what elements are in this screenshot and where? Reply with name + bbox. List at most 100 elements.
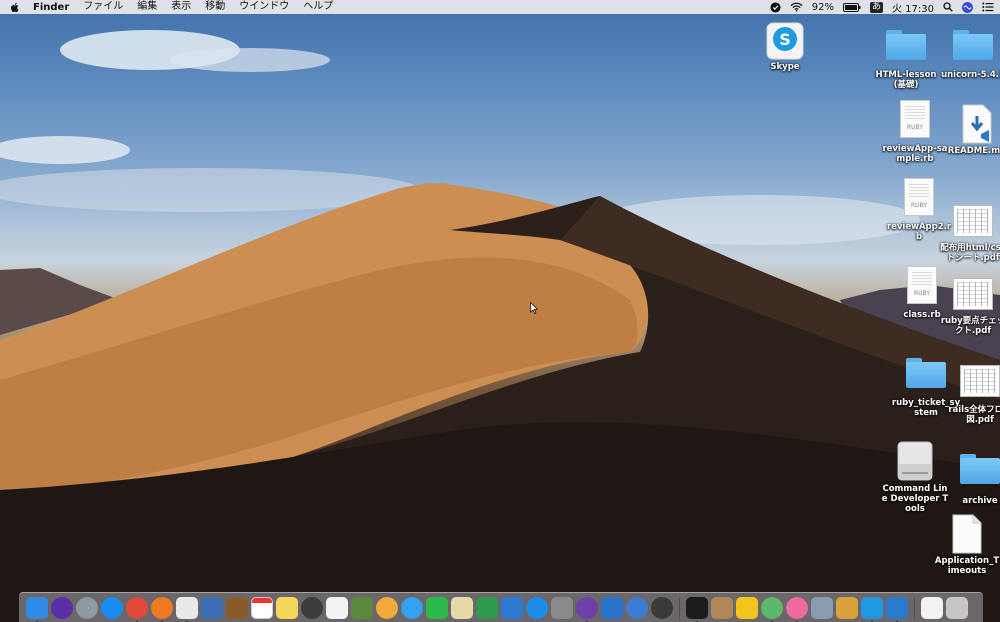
desktop-icon-label: unicorn-5.4.1 <box>941 70 1000 80</box>
vscode-icon[interactable] <box>886 596 908 622</box>
desktop-icon-rails-flow[interactable]: rails全体フロー図.pdf <box>945 365 1000 425</box>
ruby-file-icon: RUBY <box>900 100 930 138</box>
time-machine-icon[interactable] <box>301 596 323 619</box>
skype-icon[interactable] <box>861 596 883 622</box>
ruby-file-icon: RUBY <box>904 178 934 216</box>
spotlight-search-icon[interactable] <box>943 2 953 12</box>
menu-file[interactable]: ファイル <box>76 0 130 14</box>
input-method-label: あ <box>871 1 881 12</box>
notification-center-icon[interactable] <box>982 2 994 12</box>
photos-icon[interactable] <box>376 596 398 619</box>
numbers-icon[interactable] <box>476 596 498 619</box>
document-icon <box>952 514 982 554</box>
chrome-icon[interactable] <box>126 596 148 622</box>
skype-icon: S <box>766 22 804 60</box>
desktop-icon-label: Application_Timeouts <box>934 556 1000 576</box>
desktop-icon-label: ruby要点チェックト.pdf <box>940 316 1000 336</box>
clock[interactable]: 火 17:30 <box>892 0 934 15</box>
folder-icon <box>953 28 993 60</box>
finder-icon[interactable] <box>26 596 48 622</box>
desktop-icon-application-timeouts[interactable]: Application_Timeouts <box>934 514 1000 576</box>
ruby-file-icon: RUBY <box>907 266 937 304</box>
folder-icon <box>886 28 926 60</box>
desktop-icon-label: archive <box>962 496 998 506</box>
itunes-icon[interactable] <box>786 596 808 622</box>
image-viewer-icon[interactable] <box>351 596 373 619</box>
dock-separator <box>914 596 915 619</box>
preview-icon[interactable] <box>201 596 223 619</box>
desktop-icon-html-css-sheet[interactable]: 配布用html/cssトシート.pdf <box>938 205 1000 263</box>
dock-separator <box>679 596 680 619</box>
firefox-icon[interactable] <box>151 596 173 622</box>
desktop-icon-label: HTML-lesson(基礎) <box>875 70 937 90</box>
desktop-icon-skype[interactable]: S Skype <box>750 22 820 72</box>
launchpad-icon[interactable] <box>76 596 98 619</box>
messages-icon[interactable] <box>401 596 423 619</box>
menu-window[interactable]: ウインドウ <box>232 0 296 14</box>
github-icon[interactable] <box>576 596 598 622</box>
desktop: Finder ファイル 編集 表示 移動 ウインドウ ヘルプ 92% あ 火 1… <box>0 0 1000 622</box>
sequel-pro-icon[interactable] <box>836 596 858 619</box>
menu-help[interactable]: ヘルプ <box>296 0 340 14</box>
cyberduck-icon[interactable] <box>736 596 758 619</box>
desktop-icon-html-lesson[interactable]: HTML-lesson(基礎) <box>871 28 941 90</box>
desktop-icon-label: 配布用html/cssトシート.pdf <box>940 243 1000 263</box>
desktop-icon-ruby-checklist[interactable]: ruby要点チェックト.pdf <box>938 278 1000 336</box>
desktop-icon-label: README.md <box>947 146 1000 156</box>
siri-icon[interactable] <box>51 596 73 619</box>
trash-icon[interactable] <box>946 596 968 619</box>
image-capture-icon[interactable] <box>811 596 833 619</box>
file-tag: RUBY <box>906 124 923 131</box>
calendar-icon[interactable] <box>251 596 273 619</box>
wallpaper <box>0 30 1000 622</box>
slack-icon[interactable] <box>176 596 198 622</box>
menu-view[interactable]: 表示 <box>164 0 198 14</box>
app-store-icon[interactable] <box>526 596 548 619</box>
document-icon[interactable] <box>921 596 943 619</box>
menu-edit[interactable]: 編集 <box>130 0 164 14</box>
desktop-icon-label: Skype <box>770 62 800 72</box>
status-check-icon[interactable] <box>770 1 781 13</box>
reminders-icon[interactable] <box>326 596 348 619</box>
system-preferences-icon[interactable] <box>551 596 573 619</box>
dock <box>19 592 983 622</box>
pdf-file-icon <box>960 365 1000 397</box>
desktop-icon-unicorn[interactable]: unicorn-5.4.1 <box>938 28 1000 80</box>
atom-icon[interactable] <box>761 596 783 622</box>
markdown-file-icon <box>962 104 992 144</box>
notebook-icon[interactable] <box>226 596 248 619</box>
automator-icon[interactable] <box>711 596 733 619</box>
desktop-icon-reviewapp-sample[interactable]: RUBY reviewApp-sample.rb <box>880 100 950 164</box>
desktop-icon-label: reviewApp-sample.rb <box>882 144 948 164</box>
sourcetree-icon[interactable] <box>601 596 623 619</box>
input-method-icon[interactable]: あ <box>869 1 883 13</box>
pdf-file-icon <box>953 205 993 237</box>
desktop-icon-command-line-tools[interactable]: Command Line Developer Tools <box>880 440 950 514</box>
apple-menu-icon[interactable] <box>10 2 20 13</box>
svg-text:S: S <box>779 30 791 49</box>
menu-bar: Finder ファイル 編集 表示 移動 ウインドウ ヘルプ 92% あ 火 1… <box>0 0 1000 15</box>
desktop-icon-label: Command Line Developer Tools <box>881 484 949 514</box>
pdf-file-icon <box>953 278 993 310</box>
siri-icon[interactable] <box>962 1 973 13</box>
notes-icon[interactable] <box>276 596 298 619</box>
battery-icon[interactable] <box>842 2 861 12</box>
keynote-icon[interactable] <box>501 596 523 619</box>
desktop-icon-label: rails全体フロー図.pdf <box>948 405 1000 425</box>
folder-icon <box>960 452 1000 484</box>
quicktime-icon[interactable] <box>651 596 673 619</box>
disk-image-icon <box>897 441 933 481</box>
terminal-icon[interactable] <box>686 596 708 622</box>
menu-go[interactable]: 移動 <box>198 0 232 14</box>
desktop-icon-archive[interactable]: archive <box>945 452 1000 506</box>
desktop-icon-readme[interactable]: README.md <box>942 104 1000 156</box>
maps-icon[interactable] <box>451 596 473 619</box>
safari-icon[interactable] <box>101 596 123 619</box>
folder-icon <box>906 356 946 388</box>
menu-app-finder[interactable]: Finder <box>26 2 76 13</box>
wifi-icon[interactable] <box>790 2 803 12</box>
file-tag: RUBY <box>913 290 930 297</box>
teamviewer-icon[interactable] <box>626 596 648 619</box>
mouse-cursor-icon <box>530 302 538 314</box>
facetime-icon[interactable] <box>426 596 448 619</box>
